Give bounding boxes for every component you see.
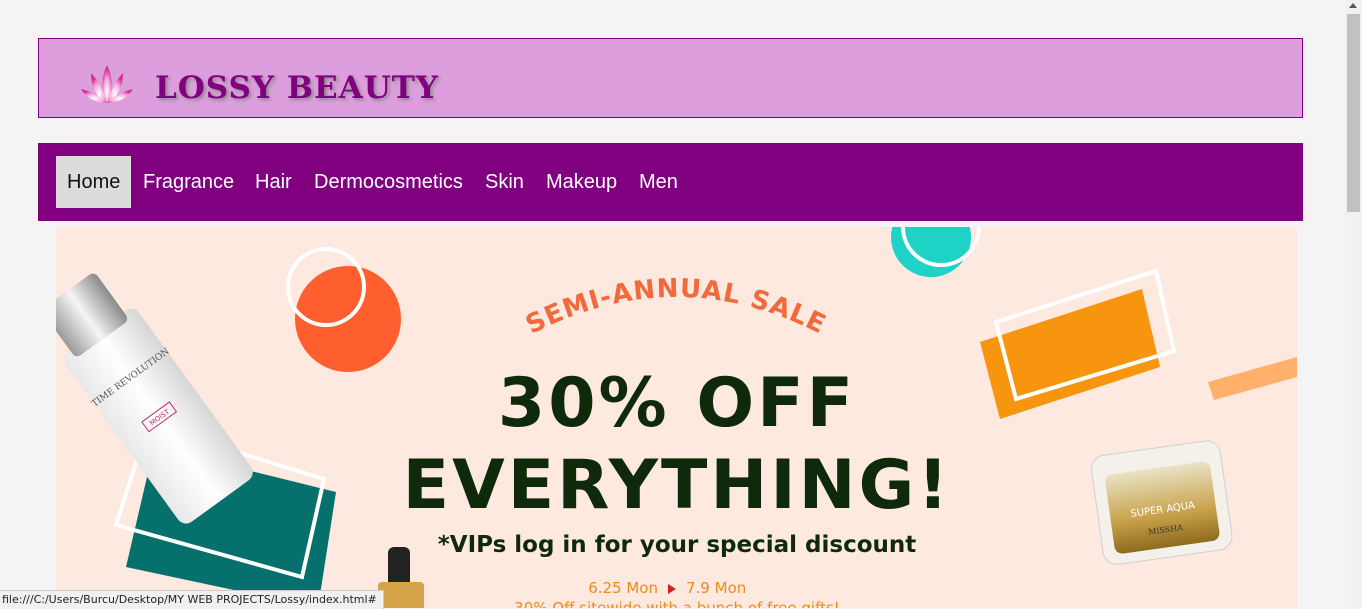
banner-footer: 30% Off sitewide with a bunch of free gi… xyxy=(514,599,840,608)
date-arrow-icon xyxy=(668,584,676,594)
scroll-thumb[interactable] xyxy=(1347,14,1360,212)
headline-everything: EVERYTHING! xyxy=(403,446,952,525)
vip-note: *VIPs log in for your special discount xyxy=(438,532,917,558)
nav-item-hair[interactable]: Hair xyxy=(244,156,303,208)
vertical-scrollbar[interactable] xyxy=(1345,0,1362,608)
sale-banner[interactable]: TIME REVOLUTION MOIST SUPER AQUA MISSHA … xyxy=(56,227,1297,608)
sale-label: SEMI-ANNUAL SALE xyxy=(521,274,831,341)
nav-item-home[interactable]: Home xyxy=(56,156,132,208)
date-start: 6.25 Mon xyxy=(588,579,658,597)
status-bar-url: file:///C:/Users/Burcu/Desktop/MY WEB PR… xyxy=(0,590,384,609)
nav-item-dermocosmetics[interactable]: Dermocosmetics xyxy=(303,156,474,208)
nav-item-men[interactable]: Men xyxy=(628,156,689,208)
brand-title[interactable]: LOSSY BEAUTY xyxy=(155,70,439,106)
nav-item-fragrance[interactable]: Fragrance xyxy=(132,156,245,208)
cream-jar: SUPER AQUA MISSHA xyxy=(1091,440,1233,565)
date-end: 7.9 Mon xyxy=(686,579,746,597)
scroll-up-icon[interactable] xyxy=(1349,3,1357,8)
site-header: LOSSY BEAUTY xyxy=(38,38,1303,118)
peach-bar xyxy=(1208,357,1297,400)
serum-dropper xyxy=(378,547,424,608)
banner-artwork: TIME REVOLUTION MOIST SUPER AQUA MISSHA … xyxy=(56,227,1297,608)
headline-discount: 30% OFF xyxy=(498,364,856,443)
orange-rect xyxy=(980,289,1160,419)
nav-item-skin[interactable]: Skin xyxy=(474,156,535,208)
lotus-icon xyxy=(81,65,133,103)
toner-bottle: TIME REVOLUTION MOIST xyxy=(56,273,253,524)
main-nav: Home Fragrance Hair Dermocosmetics Skin … xyxy=(38,143,1303,221)
nav-item-makeup[interactable]: Makeup xyxy=(535,156,628,208)
